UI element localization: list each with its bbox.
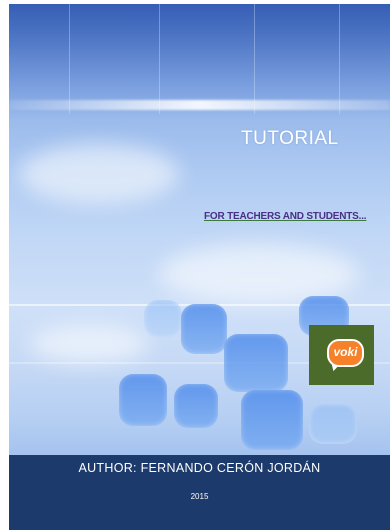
background-cloud bbox=[29, 324, 149, 364]
page: TUTORIAL FOR TEACHERS AND STUDENTS... vo… bbox=[0, 0, 390, 530]
footer-band: AUTHOR: FERNANDO CERÓN JORDÁN 2015 bbox=[9, 455, 390, 530]
cover-title: TUTORIAL bbox=[241, 128, 339, 149]
decorative-tile bbox=[119, 374, 167, 426]
background-line bbox=[254, 4, 255, 114]
decorative-tile bbox=[309, 404, 357, 444]
cover-subtitle: FOR TEACHERS AND STUDENTS... bbox=[204, 211, 367, 222]
decorative-tile bbox=[224, 334, 288, 392]
background-line bbox=[339, 4, 340, 114]
background-line bbox=[69, 4, 70, 114]
background-cloud bbox=[159, 244, 359, 304]
decorative-tile bbox=[174, 384, 218, 428]
decorative-tile bbox=[241, 390, 303, 450]
speech-bubble-icon: voki bbox=[327, 339, 364, 367]
voki-logo: voki bbox=[309, 325, 374, 385]
cover-page: TUTORIAL FOR TEACHERS AND STUDENTS... vo… bbox=[9, 4, 390, 530]
background-cloud bbox=[19, 144, 179, 204]
year-label: 2015 bbox=[190, 492, 209, 501]
author-line: AUTHOR: FERNANDO CERÓN JORDÁN bbox=[78, 461, 321, 475]
decorative-tile bbox=[181, 304, 227, 354]
decorative-tile bbox=[144, 300, 182, 338]
background-stripe bbox=[9, 100, 390, 110]
background-line bbox=[159, 4, 160, 114]
logo-text: voki bbox=[333, 345, 358, 359]
